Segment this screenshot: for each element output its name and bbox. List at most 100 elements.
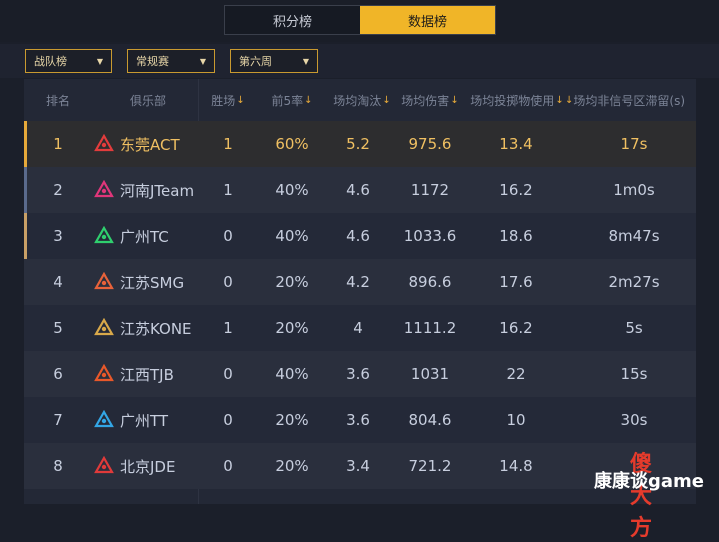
tab-points-ranking[interactable]: 积分榜 (225, 6, 360, 34)
cell-avg-kills: 3.4 (346, 457, 370, 475)
sort-arrow-icon: ↓ (450, 94, 459, 106)
table-row[interactable]: 2 1 40% 4.6 1172 16.2 1m0s 河南JTeam (24, 167, 696, 213)
cell-avg-outzone-time: 5s (625, 319, 643, 337)
header-avg-throwables[interactable]: 场均投掷物使用 ↓ (464, 79, 570, 121)
week-dropdown-label: 第六周 (239, 55, 272, 68)
cell-avg-damage: 1111.2 (403, 319, 457, 337)
sort-arrow-icon: ↓ (304, 94, 313, 106)
top-bar: 积分榜 数据榜 (0, 0, 719, 42)
cell-top5-rate: 60% (275, 135, 309, 153)
cell-avg-damage: 975.6 (408, 135, 452, 153)
table-row[interactable]: 3 0 40% 4.6 1033.6 18.6 8m47s 广州TC (24, 213, 696, 259)
cell-avg-throwables: 18.6 (499, 227, 533, 245)
table-row[interactable]: 4 0 20% 4.2 896.6 17.6 2m27s 江苏SMG (24, 259, 696, 305)
header-rank: 排名 (45, 93, 70, 108)
cell-avg-damage: 721.2 (408, 457, 452, 475)
header-avg-damage[interactable]: 场均伤害 ↓ (396, 79, 464, 121)
header-avg-kills[interactable]: 场均淘汰 ↓ (328, 79, 396, 121)
cell-top5-rate: 20% (275, 273, 309, 291)
sort-arrow-icon: ↓ (565, 94, 574, 106)
cell-wins: 0 (223, 273, 233, 291)
cell-wins: 0 (223, 411, 233, 429)
cell-avg-throwables: 13.4 (499, 135, 533, 153)
cell-avg-outzone-time: 2m27s (608, 273, 660, 291)
cell-rank: 6 (53, 365, 63, 383)
header-top5-rate[interactable]: 前5率 ↓ (262, 79, 322, 121)
caret-down-icon: ▼ (199, 56, 206, 66)
cell-avg-throwables: 10 (506, 411, 526, 429)
cell-avg-throwables: 16.2 (499, 319, 533, 337)
caret-down-icon: ▼ (302, 56, 309, 66)
cell-club: 广州TC (94, 213, 169, 259)
cell-avg-throwables: 14.8 (499, 457, 533, 475)
cell-rank: 2 (53, 181, 63, 199)
club-name: 广州TC (120, 227, 169, 246)
cell-wins: 0 (223, 227, 233, 245)
cell-rank: 7 (53, 411, 63, 429)
cell-club: 东莞ACT (94, 121, 180, 167)
cell-avg-throwables: 17.6 (499, 273, 533, 291)
sort-arrow-icon: ↓ (382, 94, 391, 106)
cell-avg-outzone-time: 17s (620, 135, 648, 153)
sort-arrow-icon: ↓ (236, 94, 245, 106)
sort-arrow-icon: ↓ (555, 94, 564, 106)
table-row[interactable]: 5 1 20% 4 1111.2 16.2 5s 江苏KONE (24, 305, 696, 351)
cell-rank: 4 (53, 273, 63, 291)
tc-logo-icon (94, 226, 114, 246)
cell-avg-damage: 1172 (410, 181, 450, 199)
cell-rank: 5 (53, 319, 63, 337)
header-wins[interactable]: 胜场 ↓ (202, 79, 254, 121)
cell-avg-outzone-time: 8m47s (608, 227, 660, 245)
cell-avg-damage: 1031 (410, 365, 450, 383)
act-logo-icon (94, 134, 114, 154)
cell-avg-kills: 4.6 (346, 181, 370, 199)
tab-data-ranking[interactable]: 数据榜 (360, 6, 495, 34)
table-row[interactable]: 1 1 60% 5.2 975.6 13.4 17s 东莞ACT (24, 121, 696, 167)
team-ranking-dropdown[interactable]: 战队榜 ▼ (25, 49, 112, 73)
ranking-tabs: 积分榜 数据榜 (224, 5, 496, 35)
cell-wins: 1 (223, 181, 233, 199)
cell-wins: 0 (223, 365, 233, 383)
jde-logo-icon (94, 456, 114, 476)
cell-club: 江西TJB (94, 351, 174, 397)
cell-avg-outzone-time: 1m0s (613, 181, 655, 199)
table-row[interactable]: 7 0 20% 3.6 804.6 10 30s 广州TT (24, 397, 696, 443)
cell-avg-kills: 4.6 (346, 227, 370, 245)
stats-table: 排名 俱乐部 胜场 ↓ 前5率 ↓ 场均淘汰 ↓ 场均伤害 ↓ 场均投掷物使用 ↓ ↓ 场均… (24, 79, 696, 504)
club-name: 江苏KONE (120, 319, 192, 338)
smg-logo-icon (94, 272, 114, 292)
cell-avg-kills: 4 (353, 319, 363, 337)
caret-down-icon: ▼ (96, 56, 103, 66)
cell-avg-kills: 5.2 (346, 135, 370, 153)
cell-avg-outzone-time: 15s (620, 365, 648, 383)
week-dropdown[interactable]: 第六周 ▼ (230, 49, 318, 73)
cell-top5-rate: 40% (275, 365, 309, 383)
team-ranking-dropdown-label: 战队榜 (34, 55, 67, 68)
season-stage-dropdown-label: 常规赛 (136, 55, 169, 68)
club-name: 河南JTeam (120, 181, 195, 200)
jteam-logo-icon (94, 180, 114, 200)
cell-top5-rate: 20% (275, 411, 309, 429)
cell-top5-rate: 40% (275, 227, 309, 245)
cell-club: 河南JTeam (94, 167, 194, 213)
club-name: 东莞ACT (120, 135, 180, 154)
cell-top5-rate: 40% (275, 181, 309, 199)
cell-wins: 1 (223, 135, 233, 153)
cell-rank: 1 (53, 135, 63, 153)
tt-logo-icon (94, 410, 114, 430)
header-avg-outzone-time[interactable]: ↓ 场均非信号区滞留(s) (564, 79, 696, 121)
club-name: 江西TJB (120, 365, 174, 384)
cell-rank: 3 (53, 227, 63, 245)
cell-club: 江苏KONE (94, 305, 192, 351)
cell-avg-outzone-time: 30s (620, 411, 648, 429)
filter-bar: 战队榜 ▼ 常规赛 ▼ 第六周 ▼ (0, 44, 719, 78)
club-name: 广州TT (120, 411, 169, 430)
table-row[interactable]: 6 0 40% 3.6 1031 22 15s 江西TJB (24, 351, 696, 397)
cell-club: 广州TT (94, 397, 168, 443)
season-stage-dropdown[interactable]: 常规赛 ▼ (127, 49, 215, 73)
cell-club: 江苏SMG (94, 259, 184, 305)
watermark-red-text: 傻大方 (630, 452, 653, 541)
cell-avg-throwables: 16.2 (499, 181, 533, 199)
cell-avg-throwables: 22 (506, 365, 526, 383)
cell-avg-damage: 804.6 (408, 411, 452, 429)
